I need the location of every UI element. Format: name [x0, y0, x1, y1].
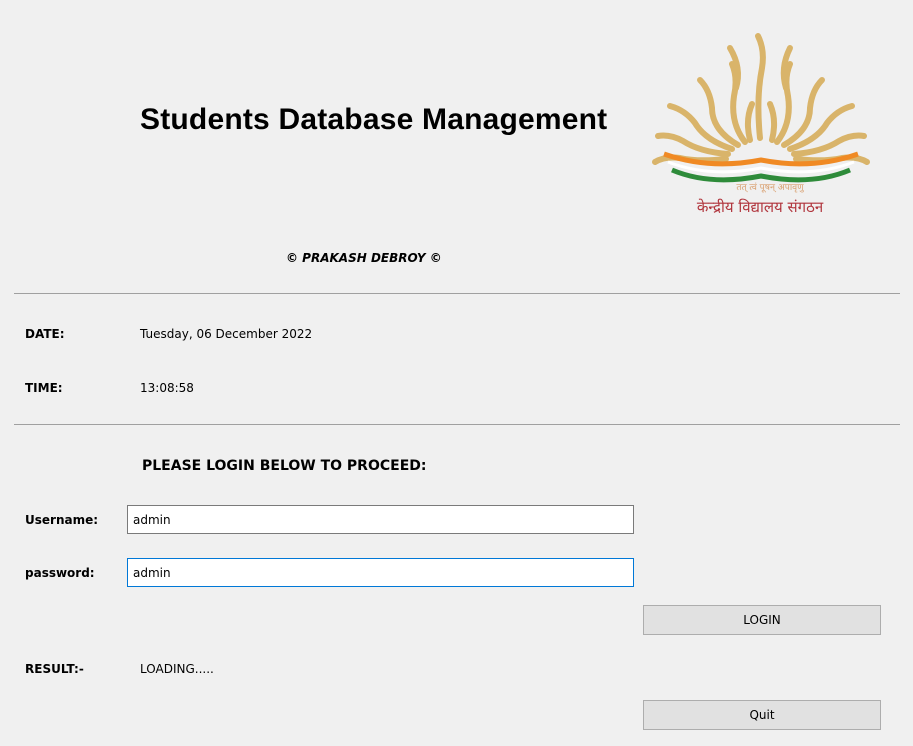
date-value: Tuesday, 06 December 2022 — [140, 327, 313, 341]
username-label: Username: — [25, 513, 99, 527]
time-value: 13:08:58 — [140, 381, 194, 395]
login-heading: PLEASE LOGIN BELOW TO PROCEED: — [142, 458, 427, 474]
divider-top — [14, 293, 900, 294]
result-value: LOADING..... — [140, 662, 214, 676]
sun-rays-logo-icon: तत् त्वं पूषन् अपावृणु केन्द्रीय विद्याल… — [652, 33, 870, 216]
time-label: TIME: — [25, 381, 63, 395]
copyright-text: © PRAKASH DEBROY © — [286, 251, 442, 265]
divider-bottom — [14, 424, 900, 425]
app-title: Students Database Management — [140, 103, 608, 136]
quit-button[interactable]: Quit — [643, 700, 881, 730]
logo-motto: तत् त्वं पूषन् अपावृणु — [736, 182, 804, 193]
result-label: RESULT:- — [25, 662, 84, 676]
username-input[interactable] — [127, 505, 634, 534]
date-label: DATE: — [25, 327, 65, 341]
password-label: password: — [25, 566, 95, 580]
password-input[interactable] — [127, 558, 634, 587]
kvs-logo: तत् त्वं पूषन् अपावृणु केन्द्रीय विद्याल… — [650, 28, 872, 228]
logo-org-name: केन्द्रीय विद्यालय संगठन — [697, 198, 824, 216]
login-button[interactable]: LOGIN — [643, 605, 881, 635]
